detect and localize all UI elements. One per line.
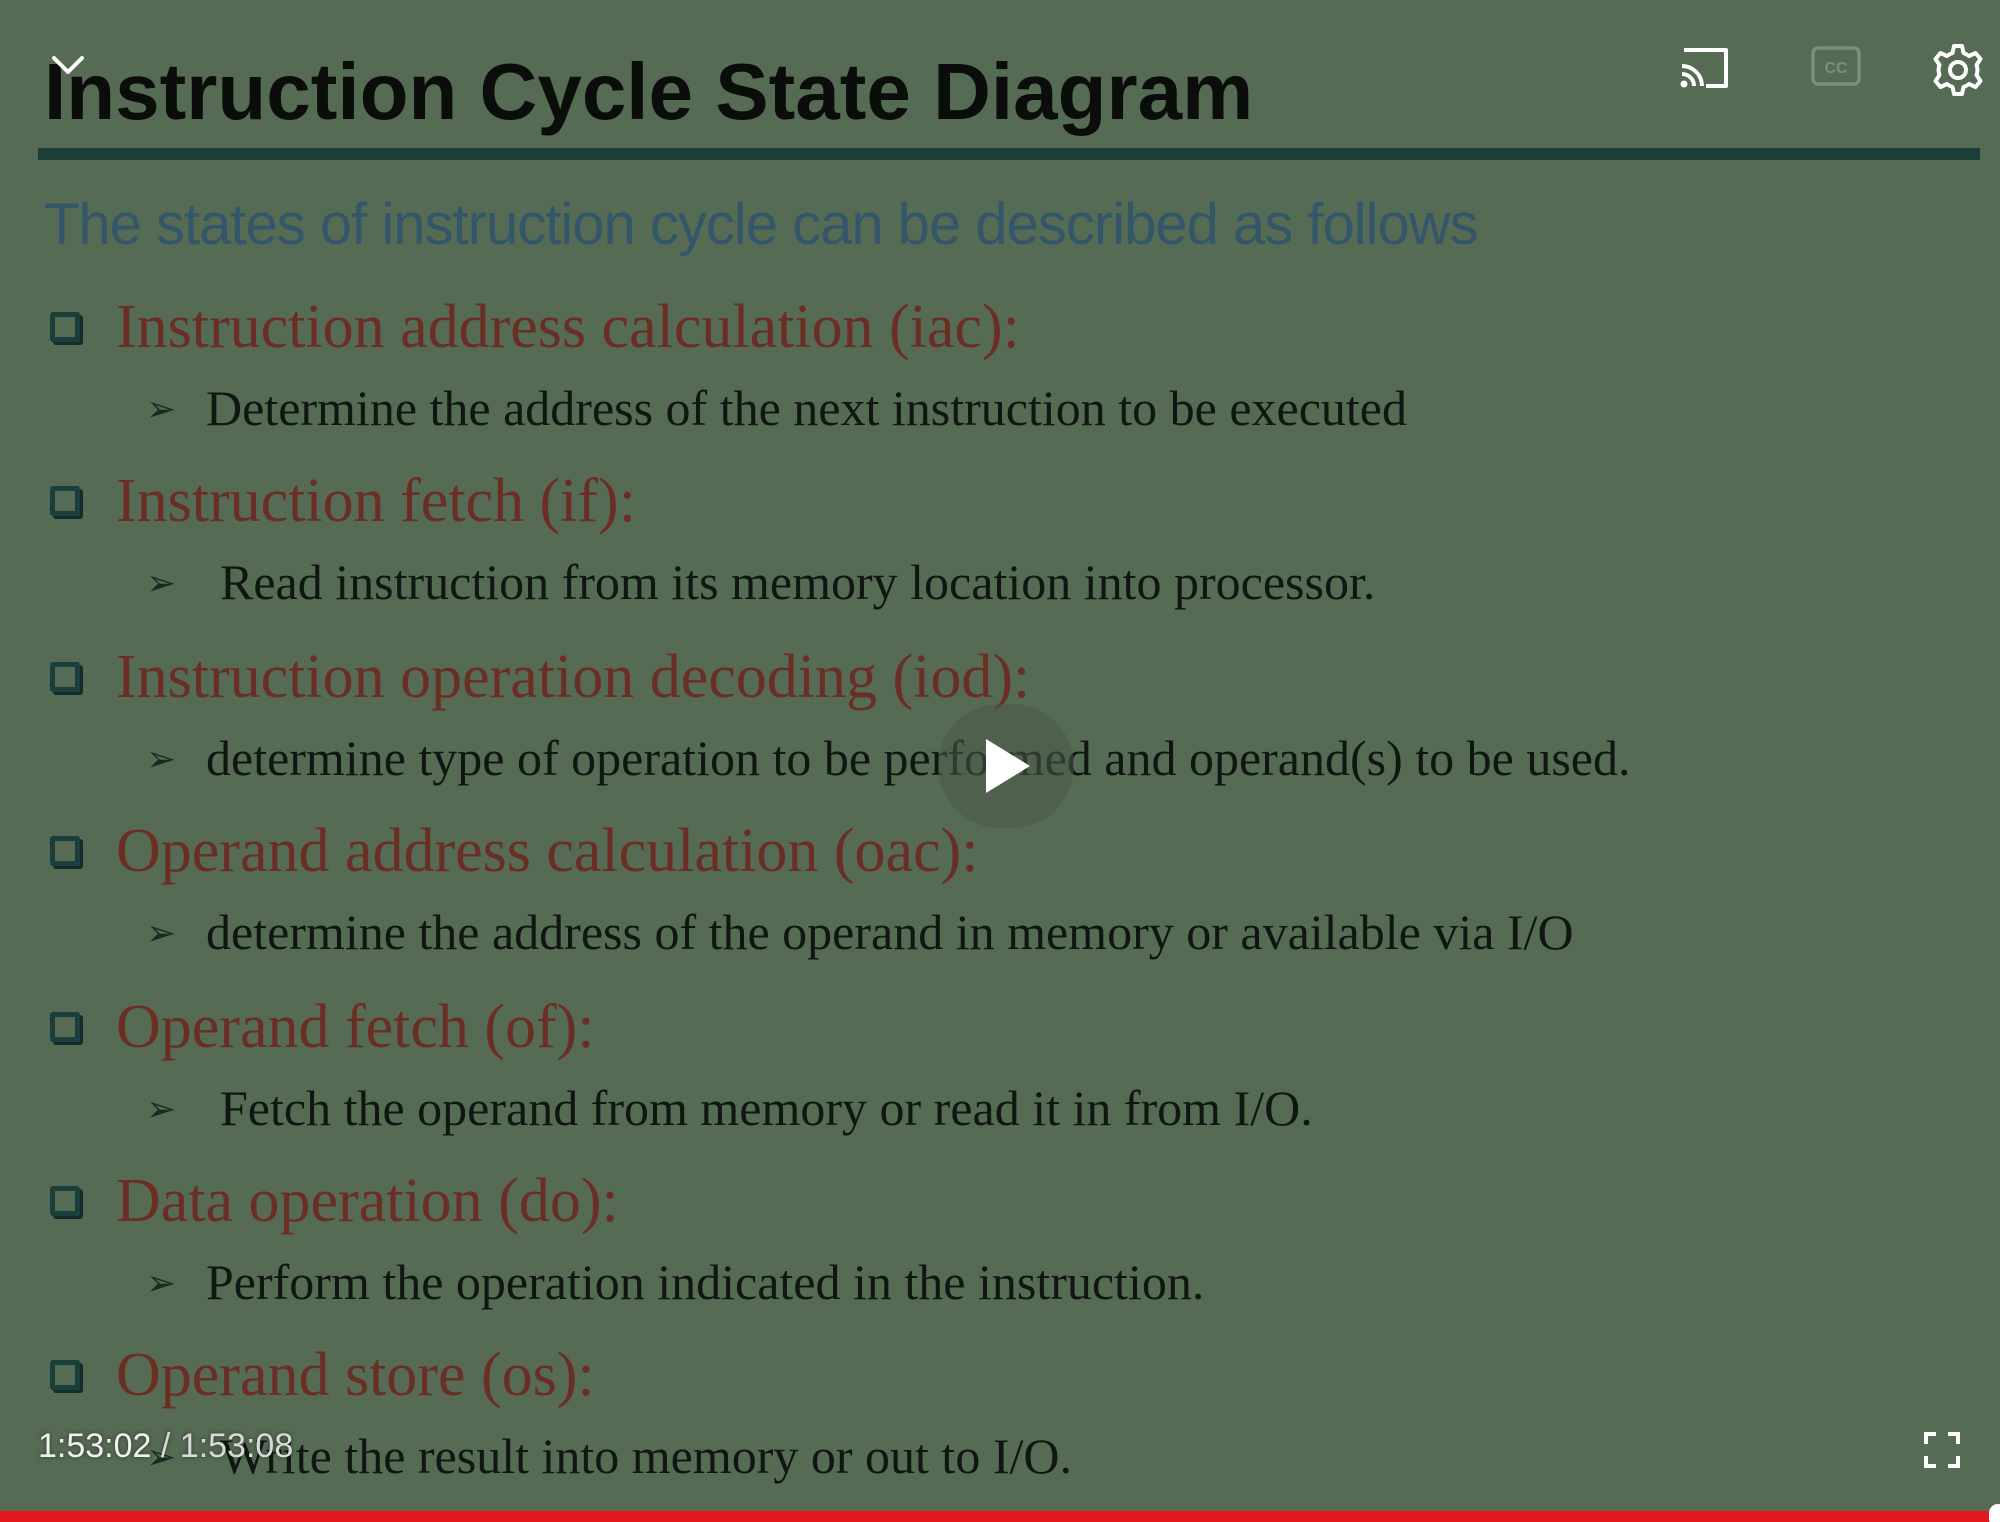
video-player[interactable]: Instruction Cycle State Diagram The stat…	[0, 0, 2000, 1522]
chevron-down-icon[interactable]	[50, 50, 86, 80]
state-detail: Read instruction from its memory locatio…	[220, 554, 1376, 610]
fullscreen-icon[interactable]	[1922, 1430, 1962, 1470]
state-heading: Operand fetch (of):	[116, 993, 595, 1061]
settings-gear-icon[interactable]	[1928, 40, 1988, 100]
checkbox-bullet-icon	[50, 662, 80, 692]
checkbox-bullet-icon	[50, 312, 80, 342]
arrow-bullet-icon: ➢	[146, 1089, 177, 1130]
arrow-bullet-icon: ➢	[146, 1263, 177, 1304]
state-detail: Determine the address of the next instru…	[206, 380, 1407, 436]
play-icon	[986, 739, 1030, 793]
checkbox-bullet-icon	[50, 1012, 80, 1042]
state-detail: Fetch the operand from memory or read it…	[220, 1080, 1313, 1136]
list-item: Operand store (os): ➢ Write the result i…	[0, 1336, 2000, 1510]
current-time: 1:53:02	[38, 1427, 152, 1465]
time-display: 1:53:02 / 1:53:08	[38, 1424, 293, 1468]
duration: 1:53:08	[179, 1427, 294, 1465]
state-heading: Data operation (do):	[116, 1167, 619, 1235]
svg-text:CC: CC	[1824, 60, 1848, 77]
scrubber-handle[interactable]	[1989, 1504, 2000, 1522]
state-detail: determine type of operation to be perfor…	[206, 730, 1631, 786]
list-item: Operand address calculation (oac): ➢ det…	[0, 812, 2000, 986]
arrow-bullet-icon: ➢	[146, 389, 177, 430]
state-detail: Write the result into memory or out to I…	[220, 1428, 1072, 1484]
cast-icon[interactable]	[1676, 44, 1732, 92]
list-item: Instruction address calculation (iac): ➢…	[0, 288, 2000, 462]
progress-bar[interactable]	[0, 1504, 2000, 1522]
checkbox-bullet-icon	[50, 836, 80, 866]
progress-fill	[0, 1511, 1999, 1522]
list-item: Operand fetch (of): ➢ Fetch the operand …	[0, 988, 2000, 1162]
arrow-bullet-icon: ➢	[146, 563, 177, 604]
state-heading: Instruction operation decoding (iod):	[116, 643, 1031, 711]
state-heading: Instruction address calculation (iac):	[116, 293, 1020, 361]
state-heading: Instruction fetch (if):	[116, 467, 636, 535]
time-separator: /	[151, 1427, 180, 1465]
closed-captions-icon[interactable]: CC	[1810, 44, 1862, 88]
state-heading: Operand address calculation (oac):	[116, 817, 979, 885]
arrow-bullet-icon: ➢	[146, 739, 177, 780]
arrow-bullet-icon: ➢	[146, 913, 177, 954]
state-heading: Operand store (os):	[116, 1341, 595, 1409]
checkbox-bullet-icon	[50, 1360, 80, 1390]
play-button[interactable]	[938, 704, 1074, 828]
checkbox-bullet-icon	[50, 1186, 80, 1216]
state-detail: determine the address of the operand in …	[206, 904, 1574, 960]
checkbox-bullet-icon	[50, 486, 80, 516]
list-item: Instruction fetch (if): ➢ Read instructi…	[0, 462, 2000, 636]
list-item: Data operation (do): ➢ Perform the opera…	[0, 1162, 2000, 1336]
state-detail: Perform the operation indicated in the i…	[206, 1254, 1205, 1310]
